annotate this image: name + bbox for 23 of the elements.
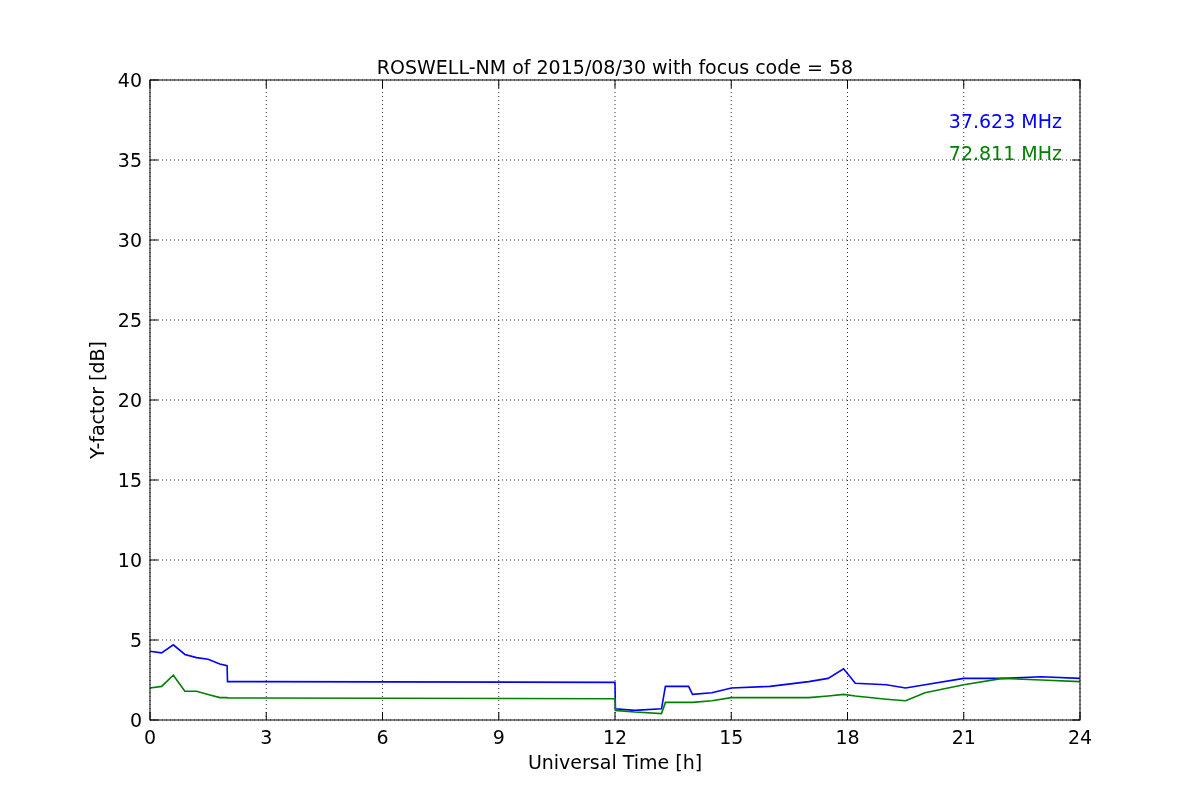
- chart-title: ROSWELL-NM of 2015/08/30 with focus code = 58: [376, 56, 854, 78]
- tick-label: 20: [117, 389, 142, 411]
- tick-label: 15: [117, 469, 142, 491]
- tick-label: 35: [117, 149, 142, 171]
- legend-label: 37.623 MHz: [948, 110, 1062, 132]
- tick-label: 6: [376, 726, 389, 748]
- axis-label: Universal Time [h]: [527, 751, 703, 773]
- tick-label: 3: [260, 726, 273, 748]
- tick-label: 18: [835, 726, 860, 748]
- tick-label: 24: [1067, 726, 1093, 748]
- tick-label: 0: [129, 709, 142, 731]
- tick-label: 0: [143, 726, 157, 748]
- tick-label: 15: [719, 726, 744, 748]
- tick-label: 10: [117, 549, 142, 571]
- axis-label: Y-factor [dB]: [86, 341, 108, 459]
- tick-label: 12: [602, 726, 628, 748]
- tick-label: 5: [129, 629, 142, 651]
- tick-label: 9: [492, 726, 505, 748]
- tick-label: 25: [117, 309, 142, 331]
- tick-label: 30: [117, 229, 142, 251]
- tick-label: 21: [951, 726, 976, 748]
- tick-label: 40: [117, 69, 142, 91]
- legend-label: 72.811 MHz: [948, 142, 1062, 164]
